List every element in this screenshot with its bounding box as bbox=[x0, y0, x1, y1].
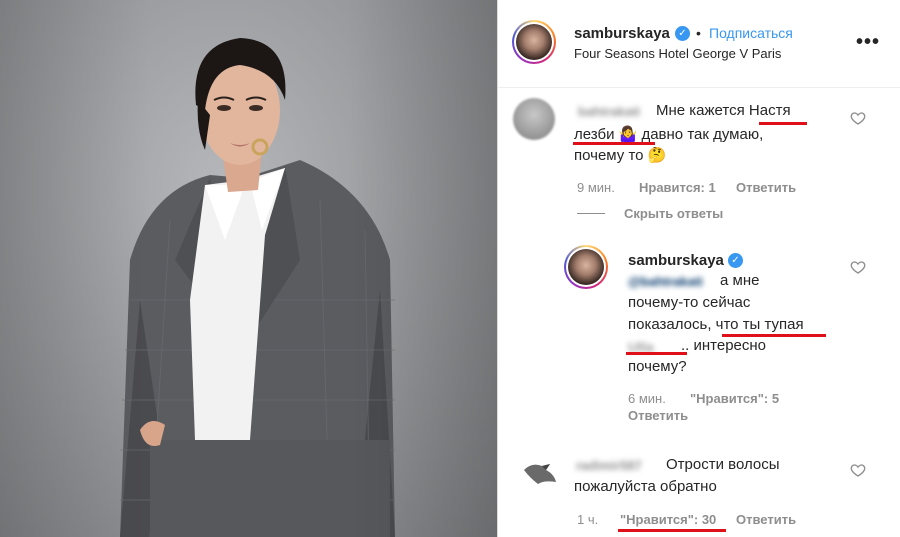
comment-author-blurred[interactable]: radimir587 bbox=[576, 458, 642, 473]
reply-author-avatar[interactable] bbox=[564, 245, 608, 289]
verified-badge-icon: ✓ bbox=[728, 253, 743, 268]
post-header: samburskaya ✓ • Подписаться Four Seasons… bbox=[498, 0, 900, 88]
reply-text-line: показалось, что ты тупая bbox=[628, 316, 804, 333]
post-location[interactable]: Four Seasons Hotel George V Paris bbox=[574, 46, 781, 61]
reply-time[interactable]: 6 мин. bbox=[628, 391, 666, 406]
comment-text-line: Мне кажется Настя bbox=[656, 102, 791, 119]
comment-text-line: Отрости волосы bbox=[666, 456, 780, 473]
reply-author-username[interactable]: samburskaya bbox=[628, 252, 724, 269]
comment-text-line: пожалуйста обратно bbox=[574, 478, 717, 495]
comment-text-line: почему то 🤔 bbox=[574, 147, 667, 164]
follow-button[interactable]: Подписаться bbox=[709, 25, 793, 41]
verified-badge-icon: ✓ bbox=[675, 26, 690, 41]
like-heart-icon[interactable] bbox=[850, 462, 866, 478]
reply-likes[interactable]: "Нравится": 5 bbox=[690, 391, 779, 406]
author-avatar[interactable] bbox=[512, 20, 556, 64]
comment-likes[interactable]: "Нравится": 30 bbox=[620, 512, 716, 527]
reply-button[interactable]: Ответить bbox=[736, 512, 796, 527]
comment-time[interactable]: 1 ч. bbox=[577, 512, 598, 527]
hide-replies-line bbox=[577, 213, 605, 214]
photo-shading bbox=[0, 0, 497, 537]
more-options-icon[interactable]: ••• bbox=[856, 31, 880, 54]
like-heart-icon[interactable] bbox=[850, 110, 866, 126]
highlight-underline bbox=[573, 142, 655, 145]
highlight-underline bbox=[618, 529, 726, 532]
reply-button[interactable]: Ответить bbox=[628, 408, 688, 423]
separator-dot: • bbox=[696, 25, 701, 41]
comment-avatar[interactable] bbox=[513, 98, 555, 140]
post-photo[interactable] bbox=[0, 0, 497, 537]
mention-blurred[interactable]: @bahtrakati bbox=[628, 274, 703, 289]
hide-replies-button[interactable]: Скрыть ответы bbox=[624, 206, 723, 221]
reply-text-line: почему-то сейчас bbox=[628, 294, 751, 311]
reply-text-line: а мне bbox=[720, 272, 760, 289]
comment-time[interactable]: 9 мин. bbox=[577, 180, 615, 195]
reply-button[interactable]: Ответить bbox=[736, 180, 796, 195]
comment-avatar-bird-icon[interactable] bbox=[520, 452, 560, 492]
comment-likes[interactable]: Нравится: 1 bbox=[639, 180, 716, 195]
reply-text-line: .. интересно bbox=[681, 337, 767, 354]
highlight-underline bbox=[722, 334, 826, 337]
highlight-underline bbox=[626, 352, 687, 355]
comments-panel: samburskaya ✓ • Подписаться Four Seasons… bbox=[498, 0, 900, 537]
highlight-underline bbox=[759, 122, 807, 125]
comment-author-blurred[interactable]: bahtrakati bbox=[578, 104, 640, 119]
like-heart-icon[interactable] bbox=[850, 259, 866, 275]
reply-text-line: почему? bbox=[628, 358, 687, 375]
author-username[interactable]: samburskaya bbox=[574, 25, 670, 42]
